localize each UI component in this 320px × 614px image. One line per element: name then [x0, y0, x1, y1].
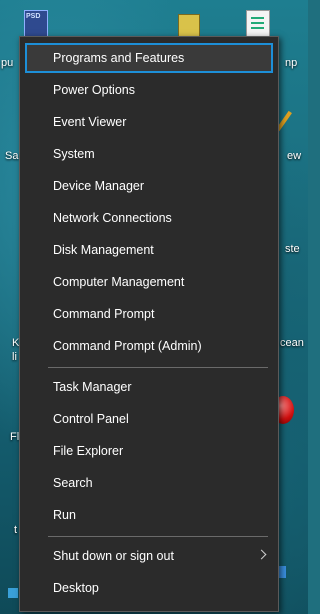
psd-badge: PSD [26, 13, 41, 20]
menu-item-command-prompt-admin[interactable]: Command Prompt (Admin) [25, 331, 273, 361]
menu-item-task-manager[interactable]: Task Manager [25, 372, 273, 402]
menu-item-event-viewer[interactable]: Event Viewer [25, 107, 273, 137]
desktop-label-ew: ew [287, 150, 302, 162]
menu-item-shut-down-or-sign-out[interactable]: Shut down or sign out [25, 541, 273, 571]
menu-item-run[interactable]: Run [25, 500, 273, 530]
menu-item-command-prompt[interactable]: Command Prompt [25, 299, 273, 329]
desktop-label-fl: Fl [10, 431, 20, 443]
menu-item-label: Shut down or sign out [53, 549, 174, 563]
menu-item-desktop[interactable]: Desktop [25, 573, 273, 603]
menu-item-search[interactable]: Search [25, 468, 273, 498]
desktop-label-np: np [285, 57, 298, 69]
menu-item-programs-and-features[interactable]: Programs and Features [25, 43, 273, 73]
desktop-label-sa: Sa [5, 150, 19, 162]
desktop-label-pu: pu [1, 57, 14, 69]
menu-separator [48, 536, 268, 537]
start-tile-icon[interactable] [8, 588, 18, 598]
desktop-label-cean: cean [280, 337, 304, 349]
winx-context-menu: Programs and Features Power Options Even… [19, 36, 279, 612]
menu-item-network-connections[interactable]: Network Connections [25, 203, 273, 233]
menu-item-file-explorer[interactable]: File Explorer [25, 436, 273, 466]
desktop-label-li: li [12, 351, 17, 363]
menu-item-system[interactable]: System [25, 139, 273, 169]
desktop-label-ste: ste [285, 243, 300, 255]
desktop-label-t: t [14, 524, 18, 536]
menu-item-disk-management[interactable]: Disk Management [25, 235, 273, 265]
menu-item-power-options[interactable]: Power Options [25, 75, 273, 105]
menu-separator [48, 367, 268, 368]
chevron-right-icon [256, 549, 267, 560]
menu-item-device-manager[interactable]: Device Manager [25, 171, 273, 201]
menu-item-computer-management[interactable]: Computer Management [25, 267, 273, 297]
menu-item-control-panel[interactable]: Control Panel [25, 404, 273, 434]
